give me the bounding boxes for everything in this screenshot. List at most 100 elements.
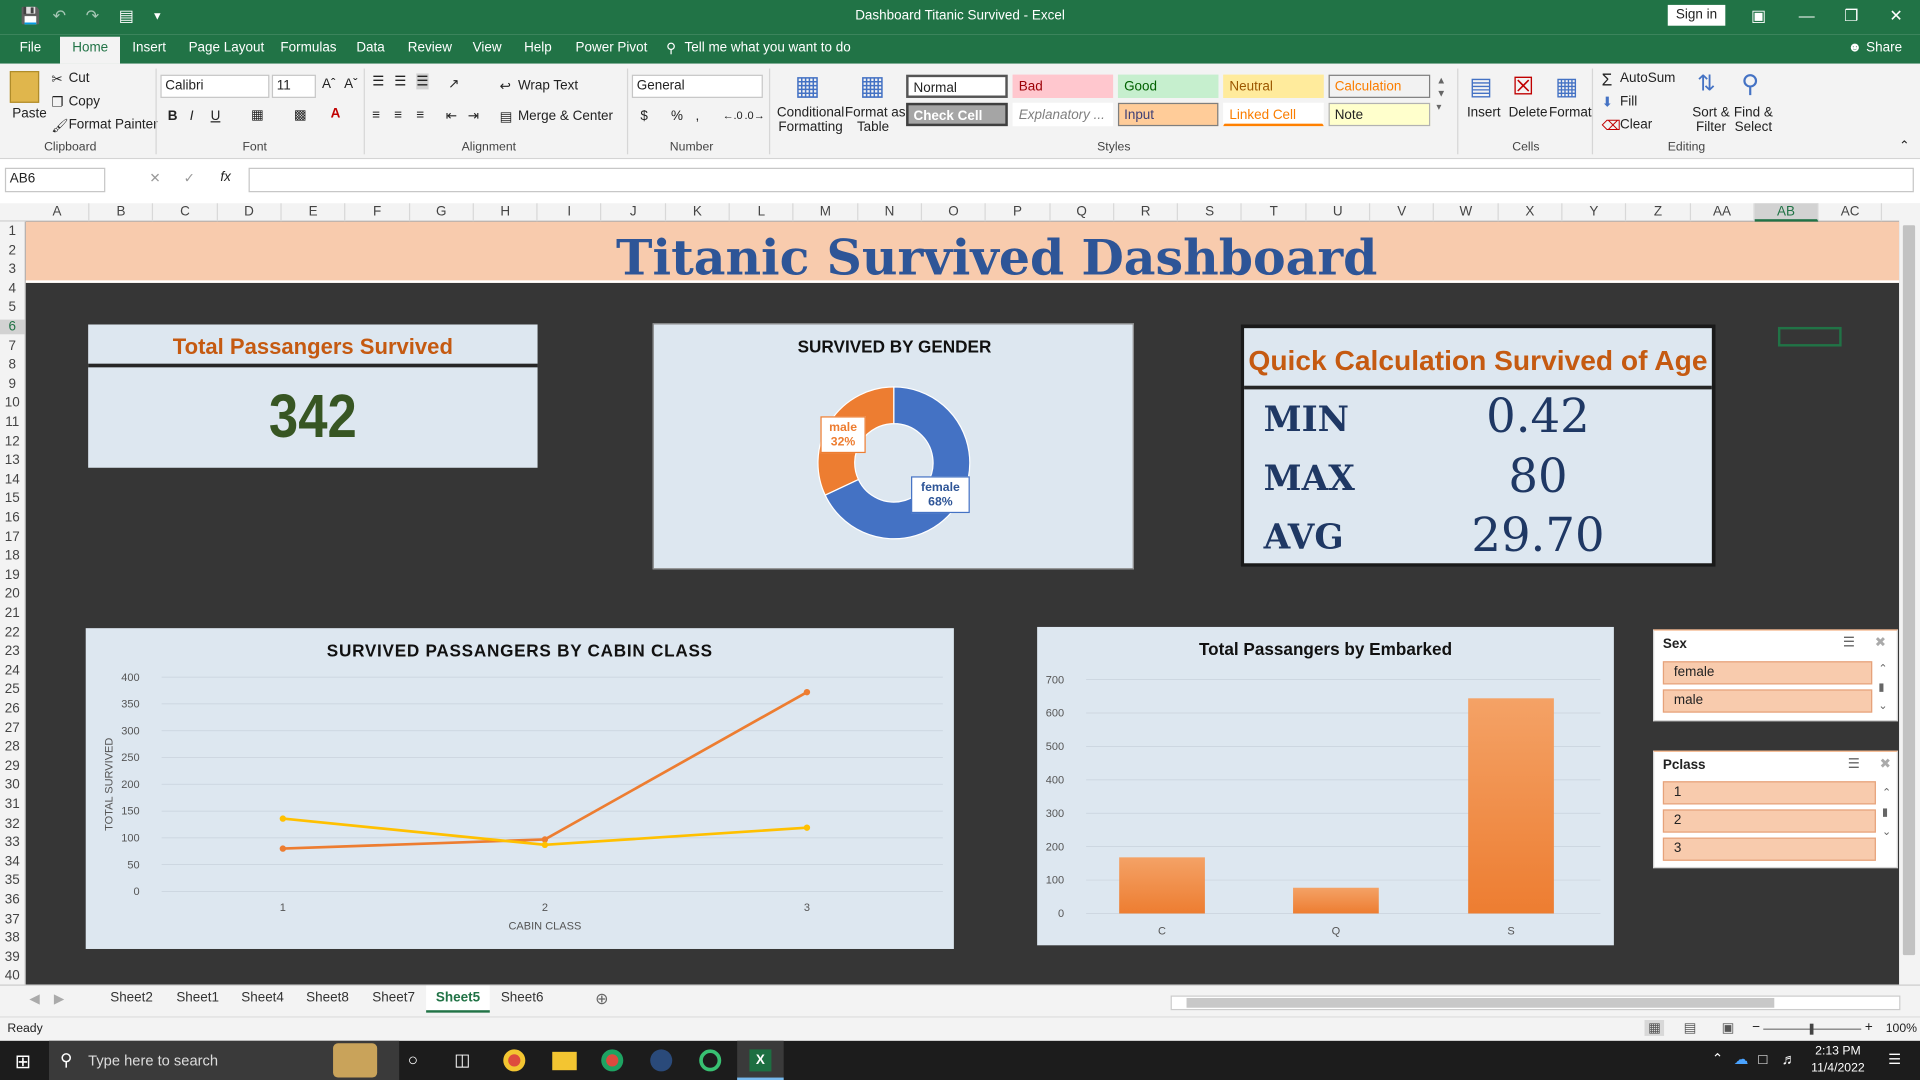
row-header[interactable]: 31 (0, 797, 24, 812)
tell-me-search[interactable]: Tell me what you want to do (684, 40, 850, 55)
row-header[interactable]: 1 (0, 224, 24, 239)
row-header[interactable]: 25 (0, 683, 24, 698)
add-sheet-icon[interactable]: ⊕ (585, 989, 618, 1009)
format-cells-icon[interactable]: ▦ (1555, 71, 1578, 102)
style-check-cell[interactable]: Check Cell (906, 102, 1008, 127)
network-icon[interactable]: □ (1758, 1051, 1767, 1068)
column-header[interactable]: U (1307, 203, 1371, 222)
bold-icon[interactable]: B (168, 109, 178, 124)
slicer-scrollbar[interactable]: ⌃ ▮ ⌄ (1882, 782, 1891, 841)
column-header[interactable]: G (410, 203, 474, 222)
row-header[interactable]: 17 (0, 530, 24, 545)
align-middle-icon[interactable]: ☰ (394, 73, 406, 90)
row-header[interactable]: 5 (0, 300, 24, 315)
row-header[interactable]: 15 (0, 491, 24, 506)
tab-data[interactable]: Data (356, 40, 384, 55)
align-right-icon[interactable]: ≡ (416, 108, 424, 123)
style-bad[interactable]: Bad (1012, 74, 1114, 98)
clock[interactable]: 2:13 PM 11/4/2022 (1807, 1043, 1868, 1077)
style-input[interactable]: Input (1117, 102, 1219, 127)
row-header[interactable]: 20 (0, 587, 24, 602)
survived-by-cabin-class-chart[interactable]: SURVIVED PASSANGERS BY CABIN CLASS 0 50 10… (85, 628, 954, 949)
tray-overflow-icon[interactable]: ⌃ (1712, 1051, 1723, 1067)
autosum-icon[interactable]: Σ (1602, 70, 1613, 90)
increase-indent-icon[interactable]: ⇥ (468, 108, 479, 124)
slicer-item[interactable]: 2 (1662, 809, 1876, 833)
tab-scroll-right-icon[interactable]: ▶ (44, 991, 74, 1007)
row-header[interactable]: 35 (0, 874, 24, 889)
sort-filter-button[interactable]: Sort & Filter (1692, 105, 1729, 134)
sheet-tab[interactable]: Sheet8 (296, 991, 358, 1006)
column-header[interactable]: AC (1819, 203, 1883, 222)
align-center-icon[interactable]: ≡ (394, 108, 402, 123)
excel-taskbar-button[interactable]: X (737, 1040, 784, 1080)
clear-icon[interactable]: ⌫ (1602, 118, 1621, 134)
page-break-icon[interactable]: ▣ (1722, 1020, 1735, 1036)
worksheet-grid[interactable]: Titanic Survived Dashboard Total Passang… (25, 221, 1900, 985)
slicer-pclass[interactable]: Pclass ☰ ✖ 1 2 3 ⌃ ▮ ⌄ (1653, 750, 1898, 869)
tab-home[interactable]: Home (60, 36, 121, 64)
column-header[interactable]: O (922, 203, 986, 222)
insert-cells-icon[interactable]: ▤ (1469, 71, 1492, 102)
copy-button[interactable]: Copy (69, 94, 100, 109)
ribbon-display-icon[interactable]: ▣ (1751, 6, 1766, 26)
clear-button[interactable]: Clear (1620, 118, 1652, 133)
copy-icon[interactable]: ❐ (51, 94, 63, 111)
passengers-by-embarked-chart[interactable]: Total Passangers by Embarked 0 100 200 300 4… (1037, 626, 1614, 946)
row-header[interactable]: 29 (0, 759, 24, 774)
minimize-icon[interactable]: — (1799, 6, 1815, 24)
conditional-formatting-button[interactable]: Conditional Formatting (776, 105, 845, 134)
clear-filter-icon[interactable]: ✖ (1880, 756, 1891, 772)
cancel-icon[interactable]: ✕ (149, 170, 160, 186)
row-header[interactable]: 12 (0, 434, 24, 449)
merge-center-button[interactable]: Merge & Center (518, 109, 613, 124)
align-top-icon[interactable]: ☰ (372, 73, 384, 90)
find-select-icon[interactable]: ⚲ (1741, 69, 1759, 100)
chrome-profile-icon[interactable] (601, 1049, 624, 1072)
wrap-text-icon[interactable]: ↩ (500, 78, 511, 95)
format-painter-icon[interactable]: 🖌 (51, 118, 68, 134)
page-layout-icon[interactable]: ▤ (1684, 1020, 1697, 1036)
kpi-total-survived-card[interactable]: Total Passangers Survived 342 (88, 324, 538, 468)
slicer-item[interactable]: 1 (1662, 781, 1876, 805)
tab-insert[interactable]: Insert (132, 40, 166, 55)
increase-font-icon[interactable]: Aˆ (322, 77, 335, 92)
row-header[interactable]: 38 (0, 931, 24, 946)
wrap-text-button[interactable]: Wrap Text (518, 78, 578, 93)
italic-icon[interactable]: I (190, 109, 194, 124)
column-header[interactable]: K (666, 203, 730, 222)
horizontal-scrollbar[interactable] (1170, 995, 1901, 1011)
format-as-table-icon[interactable]: ▦ (860, 70, 885, 102)
style-calculation[interactable]: Calculation (1328, 74, 1431, 98)
font-color-icon[interactable]: A (331, 107, 341, 122)
maximize-icon[interactable]: ❐ (1844, 6, 1858, 26)
sheet-tab[interactable]: Sheet4 (231, 991, 293, 1006)
row-header[interactable]: 27 (0, 721, 24, 736)
row-header[interactable]: 6 (0, 319, 25, 335)
row-header[interactable]: 32 (0, 816, 24, 831)
cortana-icon[interactable]: ○ (408, 1049, 418, 1069)
comma-icon[interactable]: , (696, 109, 700, 124)
row-header[interactable]: 14 (0, 472, 24, 487)
row-header[interactable]: 30 (0, 778, 24, 793)
windows-start-icon[interactable]: ⊞ (15, 1049, 31, 1073)
enter-icon[interactable]: ✓ (184, 170, 195, 186)
row-header[interactable]: 26 (0, 702, 24, 717)
column-header[interactable]: F (346, 203, 410, 222)
column-header[interactable]: N (858, 203, 922, 222)
number-format-select[interactable]: General (631, 74, 763, 98)
name-box[interactable]: AB6 (4, 167, 106, 193)
column-header[interactable]: AB (1754, 203, 1819, 222)
align-left-icon[interactable]: ≡ (372, 108, 380, 123)
chrome-icon[interactable] (503, 1049, 526, 1072)
increase-decimal-icon[interactable]: ←.0 (722, 109, 742, 121)
column-header[interactable]: X (1499, 203, 1563, 222)
format-painter-button[interactable]: Format Painter (69, 118, 158, 133)
column-header[interactable]: D (218, 203, 282, 222)
task-view-icon[interactable]: ◫ (454, 1049, 470, 1070)
sheet-tab[interactable]: Sheet6 (491, 991, 553, 1006)
tab-help[interactable]: Help (524, 40, 552, 55)
column-header[interactable]: R (1114, 203, 1179, 222)
multi-select-icon[interactable]: ☰ (1848, 756, 1860, 772)
tab-formulas[interactable]: Formulas (280, 40, 336, 55)
